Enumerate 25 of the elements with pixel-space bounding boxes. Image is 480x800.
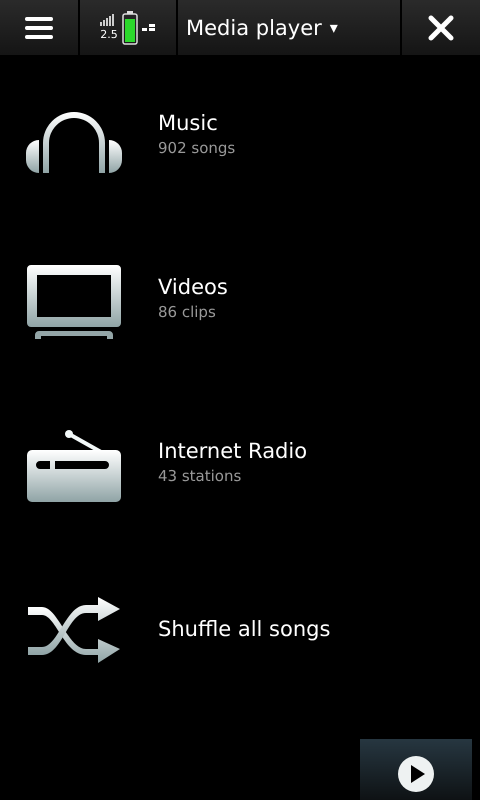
connection-icon xyxy=(142,22,156,32)
menu-item[interactable]: Videos 86 clips xyxy=(0,247,480,411)
item-subtitle: 43 stations xyxy=(158,467,242,485)
item-title: Shuffle all songs xyxy=(158,617,330,641)
shuffle-icon xyxy=(28,597,120,663)
item-subtitle: 86 clips xyxy=(158,303,217,321)
menu-item[interactable]: Music 902 songs xyxy=(0,83,480,247)
monitor-icon xyxy=(27,265,121,339)
title-dropdown[interactable]: Media player ▾ xyxy=(178,0,400,55)
menu-button[interactable] xyxy=(0,0,78,55)
close-icon xyxy=(428,14,454,40)
item-title: Music xyxy=(158,111,219,135)
play-button[interactable] xyxy=(360,739,472,800)
signal-icon xyxy=(100,14,116,26)
item-subtitle: 902 songs xyxy=(158,139,236,157)
menu-item[interactable]: Shuffle all songs xyxy=(0,575,480,739)
play-icon xyxy=(398,756,434,792)
close-button[interactable] xyxy=(402,0,480,55)
menu-item[interactable]: Internet Radio 43 stations xyxy=(0,411,480,575)
item-title: Videos xyxy=(158,275,228,299)
item-title: Internet Radio xyxy=(158,439,308,463)
battery-icon xyxy=(122,10,138,44)
menu-icon xyxy=(24,16,54,40)
radio-icon xyxy=(27,430,121,502)
network-label: 2.5 xyxy=(100,28,118,41)
